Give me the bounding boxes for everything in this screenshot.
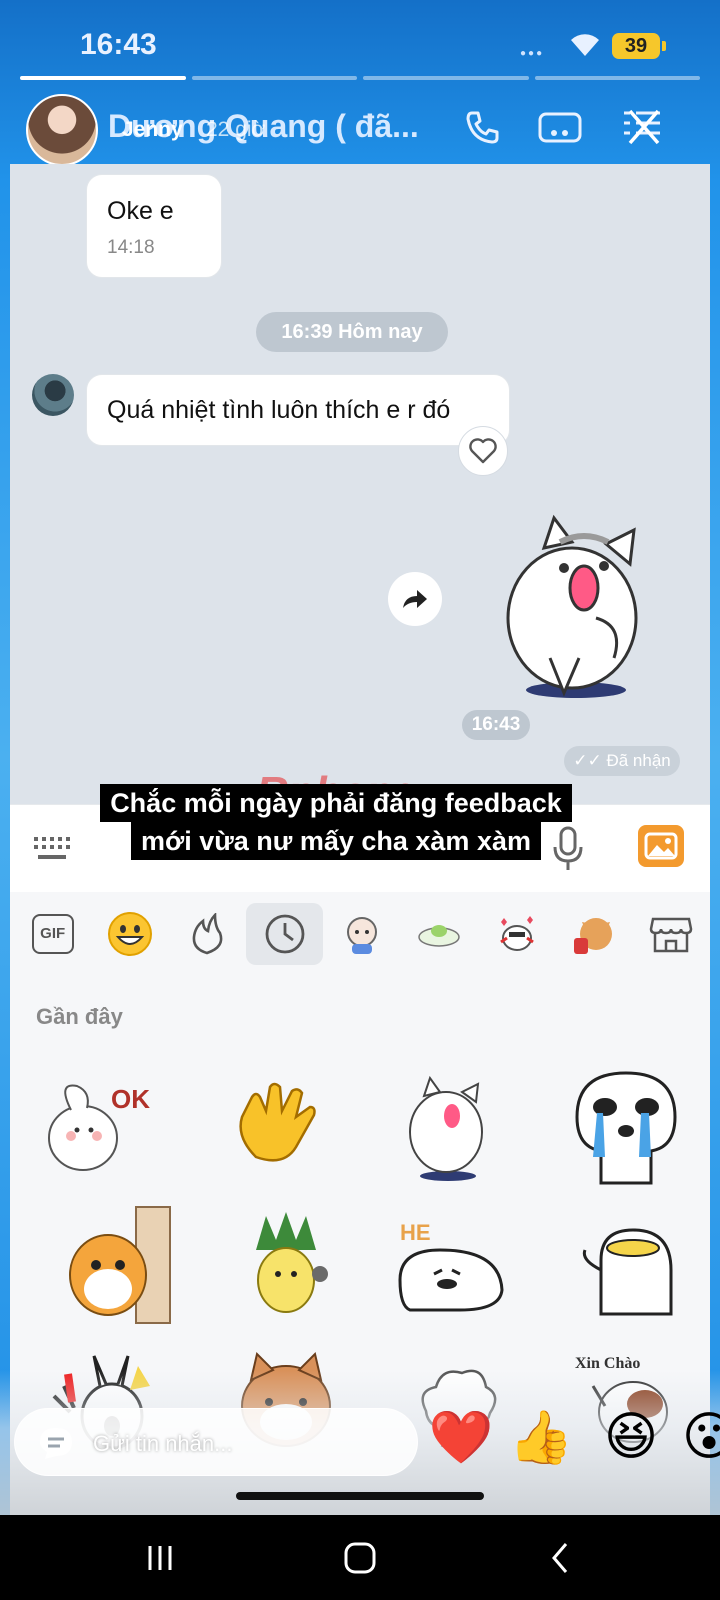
tab-trending[interactable] <box>169 903 246 965</box>
recent-apps-button[interactable] <box>130 1535 190 1581</box>
share-arrow-icon <box>403 590 427 608</box>
tab-sticker-pack-4[interactable] <box>555 903 632 965</box>
sticker-tabs: GIF <box>10 892 710 976</box>
tab-gif[interactable]: GIF <box>14 903 91 965</box>
story-age: 22 giờ <box>206 118 266 141</box>
close-icon <box>624 109 660 145</box>
reply-placeholder: Gửi tin nhắn... <box>93 1431 233 1456</box>
sticker-time: 16:43 <box>462 710 530 740</box>
video-call-button[interactable] <box>534 104 586 150</box>
cat-dance-sticker[interactable] <box>376 1062 516 1192</box>
react-heart[interactable]: ❤️ <box>428 1404 494 1470</box>
blob-yellow-sticker[interactable] <box>556 1200 696 1330</box>
chat-area: Oke e 14:18 16:39 Hôm nay Quá nhiệt tình… <box>10 164 710 804</box>
store-icon <box>650 917 693 953</box>
frog-sticker-icon <box>418 925 461 947</box>
home-button[interactable] <box>330 1535 390 1581</box>
caption-line: mới vừa nư mấy cha xàm xàm <box>131 822 541 860</box>
gallery-button[interactable] <box>638 825 684 867</box>
tab-emoji[interactable] <box>91 903 168 965</box>
message-time: 14:18 <box>107 237 155 258</box>
flame-icon <box>192 913 223 955</box>
crying-face-sticker[interactable] <box>556 1062 696 1192</box>
sender-avatar[interactable] <box>32 374 74 416</box>
clock-icon <box>265 914 305 954</box>
phone-call-button[interactable] <box>456 104 508 150</box>
smiley-icon <box>107 912 152 956</box>
clapping-hand-sticker[interactable] <box>206 1062 346 1192</box>
progress-segment <box>363 76 529 80</box>
react-wow[interactable]: 😮 <box>676 1404 720 1470</box>
video-caption: Chắc mỗi ngày phải đăng feedback mới vừa… <box>46 784 626 860</box>
back-button[interactable] <box>530 1535 590 1581</box>
progress-segment <box>191 76 357 80</box>
signal-dots: ●●● <box>520 48 545 59</box>
cat-photo-sticker-icon <box>573 918 612 954</box>
message-bubble[interactable]: Oke e 14:18 <box>86 174 222 278</box>
battery-indicator: 39 <box>612 33 666 59</box>
gif-label: GIF <box>31 914 74 954</box>
date-separator: 16:39 Hôm nay <box>256 312 448 352</box>
video-icon <box>538 112 582 143</box>
react-thumbs-up[interactable]: 👍 <box>508 1404 574 1470</box>
image-icon <box>644 832 678 860</box>
status-time: 16:43 <box>80 28 157 61</box>
status-bar: 16:43 ●●● 39 <box>0 0 720 80</box>
message-text: Quá nhiệt tình luôn thích e r đó <box>107 396 451 424</box>
pineapple-sticker[interactable] <box>216 1200 356 1330</box>
progress-segment <box>534 76 700 80</box>
home-icon <box>344 1542 376 1574</box>
story-progress <box>20 76 700 80</box>
tab-recent[interactable] <box>245 903 324 965</box>
close-story-button[interactable] <box>616 104 668 150</box>
cat-sticker[interactable] <box>484 508 664 708</box>
tab-sticker-pack-2[interactable] <box>401 903 478 965</box>
delivery-status: ✓✓ Đã nhận <box>564 746 680 776</box>
baby-sticker-icon <box>346 917 377 954</box>
back-icon <box>552 1543 568 1573</box>
message-text: Oke e <box>107 197 174 225</box>
love-cat-sticker-icon <box>499 916 534 951</box>
wifi-icon <box>571 34 599 56</box>
recents-icon <box>148 1546 172 1570</box>
tab-sticker-pack-3[interactable] <box>478 903 555 965</box>
he-blob-sticker[interactable]: HE <box>380 1200 520 1330</box>
message-bubble[interactable]: Quá nhiệt tình luôn thích e r đó <box>86 374 510 446</box>
recent-section-label: Gần đây <box>36 1004 123 1029</box>
shiba-peek-sticker[interactable] <box>46 1200 186 1330</box>
chat-bubble-icon <box>40 1428 72 1459</box>
sticker-label: OK <box>111 1084 150 1114</box>
bunny-ok-sticker[interactable]: OK <box>26 1062 166 1192</box>
system-nav-bar <box>0 1515 720 1600</box>
caption-line: Chắc mỗi ngày phải đăng feedback <box>100 784 572 822</box>
phone-icon <box>466 111 499 144</box>
progress-segment <box>20 76 186 80</box>
sticker-label: HE <box>400 1220 431 1245</box>
reply-input[interactable]: Gửi tin nhắn... <box>14 1408 418 1476</box>
sticker-store-button[interactable] <box>633 903 710 965</box>
tab-sticker-pack-1[interactable] <box>323 903 400 965</box>
story-avatar[interactable] <box>26 94 98 166</box>
heart-outline-icon <box>469 438 497 464</box>
react-heart-button[interactable] <box>458 426 508 476</box>
home-indicator <box>236 1492 484 1500</box>
chat-header: Dương Quang ( đã... Jenny 22 giờ <box>10 82 710 166</box>
story-username[interactable]: Jenny <box>122 118 183 142</box>
forward-button[interactable] <box>388 572 442 626</box>
react-laugh[interactable]: 😆 <box>598 1404 664 1470</box>
